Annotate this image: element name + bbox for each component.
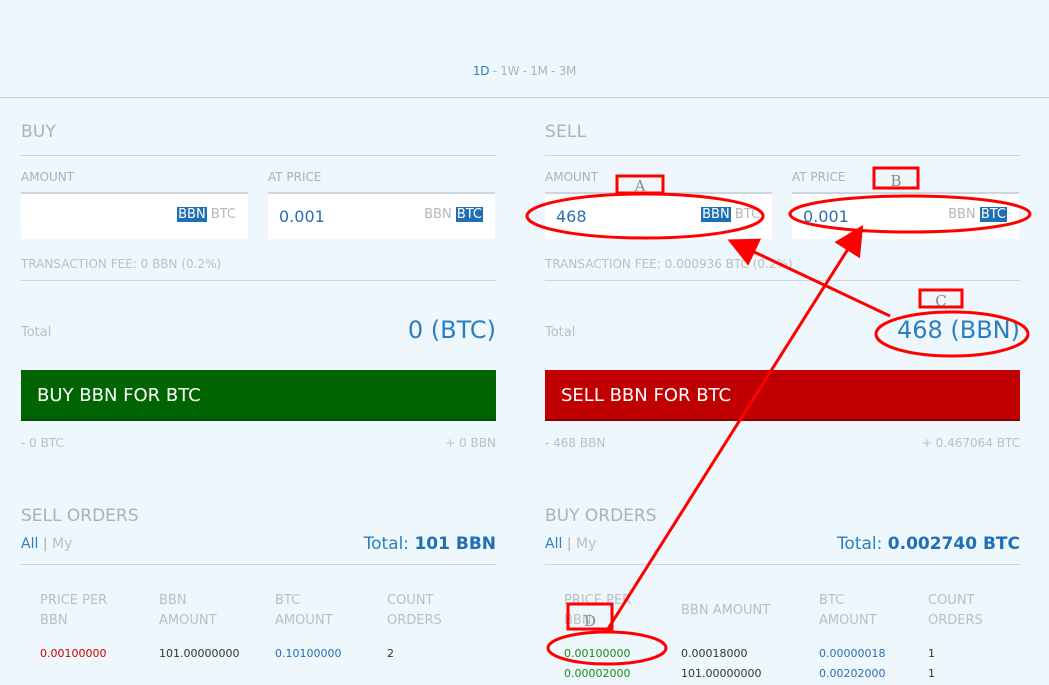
buy-total-value: 0 (BTC) — [407, 316, 496, 344]
buy-fee: TRANSACTION FEE: 0 BBN (0.2%) — [21, 257, 222, 271]
buy-price-value: 0.001 — [279, 207, 325, 226]
buy-orders-filter: All | My — [545, 536, 597, 552]
table-cell[interactable]: 0.00100000 — [564, 647, 630, 660]
buy-sub-left: - 0 BTC — [21, 436, 64, 450]
sell-price-value: 0.001 — [803, 207, 849, 226]
buy-sub-right: + 0 BBN — [445, 436, 496, 450]
sell-title: SELL — [545, 122, 587, 142]
table-cell[interactable]: 0.00002000 — [564, 667, 630, 680]
sell-amount-currency-toggle[interactable]: BBN BTC — [701, 207, 760, 222]
buy-amount-field[interactable]: BBN BTC — [21, 192, 248, 239]
filter-all[interactable]: All — [545, 536, 562, 552]
divider — [21, 280, 496, 281]
filter-my[interactable]: My — [576, 536, 596, 552]
sell-button[interactable]: SELL BBN FOR BTC — [545, 370, 1020, 421]
column-header: COUNT ORDERS — [387, 593, 442, 628]
divider — [21, 155, 496, 156]
buy-button[interactable]: BUY BBN FOR BTC — [21, 370, 496, 421]
table-cell[interactable]: 0.00100000 — [40, 647, 106, 660]
table-cell[interactable]: 0.10100000 — [275, 647, 341, 660]
filter-all[interactable]: All — [21, 536, 38, 552]
sell-amount-value: 468 — [556, 207, 587, 226]
sell-orders-filter: All | My — [21, 536, 73, 552]
table-cell[interactable]: 0.00202000 — [819, 667, 885, 680]
buy-total-label: Total — [21, 325, 52, 340]
sell-sub-right: + 0.467064 BTC — [921, 436, 1020, 450]
sell-price-currency-toggle[interactable]: BBN BTC — [948, 207, 1007, 222]
sell-total-label: Total — [545, 325, 576, 340]
divider — [21, 564, 496, 565]
sell-price-field[interactable]: 0.001 BBN BTC — [792, 192, 1019, 239]
sell-total-value: 468 (BBN) — [896, 316, 1020, 344]
divider — [545, 280, 1020, 281]
divider — [545, 155, 1020, 156]
column-header: COUNT ORDERS — [928, 593, 983, 628]
buy-title: BUY — [21, 122, 57, 142]
buy-price-label: AT PRICE — [268, 170, 322, 184]
sell-amount-field[interactable]: 468 BBN BTC — [545, 192, 772, 239]
buy-orders-title: BUY ORDERS — [545, 506, 657, 526]
buy-price-currency-toggle[interactable]: BBN BTC — [424, 207, 483, 222]
column-header: PRICE PER BBN — [40, 593, 108, 628]
buy-panel: BUY AMOUNT BBN BTC AT PRICE 0.001 BBN BT… — [21, 0, 496, 685]
buy-amount-label: AMOUNT — [21, 170, 75, 184]
table-cell[interactable]: 0.00018000 — [681, 647, 747, 660]
sell-panel: SELL AMOUNT 468 BBN BTC AT PRICE 0.001 B… — [545, 0, 1020, 685]
range-1w[interactable]: 1W — [500, 64, 519, 78]
table-cell: 1 — [928, 667, 935, 680]
sell-sub-left: - 468 BBN — [545, 436, 606, 450]
column-header: BBN AMOUNT — [159, 593, 217, 628]
column-header: PRICE PER BBN — [564, 593, 632, 628]
buy-amount-currency-toggle[interactable]: BBN BTC — [177, 207, 236, 222]
table-cell[interactable]: 101.00000000 — [159, 647, 239, 660]
table-cell[interactable]: 101.00000000 — [681, 667, 761, 680]
table-cell[interactable]: 0.00000018 — [819, 647, 885, 660]
column-header: BTC AMOUNT — [275, 593, 333, 628]
filter-my[interactable]: My — [52, 536, 72, 552]
buy-price-field[interactable]: 0.001 BBN BTC — [268, 192, 495, 239]
sell-orders-total: Total: 101 BBN — [363, 534, 496, 554]
column-header: BBN AMOUNT — [681, 603, 771, 618]
buy-orders-total: Total: 0.002740 BTC — [836, 534, 1020, 554]
table-cell: 1 — [928, 647, 935, 660]
sell-price-label: AT PRICE — [792, 170, 846, 184]
sell-amount-label: AMOUNT — [545, 170, 599, 184]
sell-fee: TRANSACTION FEE: 0.000936 BTC (0.2%) — [545, 257, 793, 271]
table-cell: 2 — [387, 647, 394, 660]
divider — [545, 564, 1020, 565]
column-header: BTC AMOUNT — [819, 593, 877, 628]
sell-orders-title: SELL ORDERS — [21, 506, 139, 526]
